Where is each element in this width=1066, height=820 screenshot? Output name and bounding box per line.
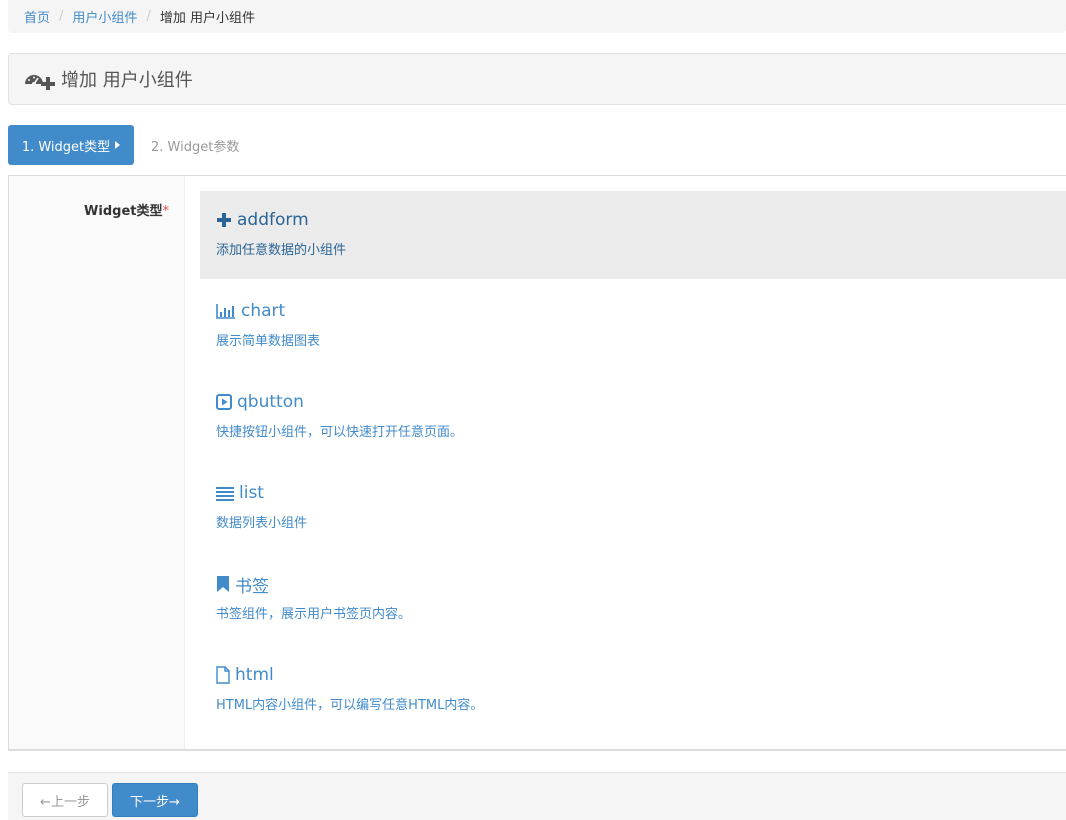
file-icon — [216, 666, 230, 684]
widget-option-html[interactable]: html HTML内容小组件，可以编写任意HTML内容。 — [200, 646, 1066, 734]
option-title: addform — [237, 210, 309, 230]
wizard-step-label: 1. Widget类型 — [21, 139, 111, 155]
widget-option-chart[interactable]: chart 展示简单数据图表 — [200, 282, 1066, 370]
widget-type-form: Widget类型* addform 添加任意数据的小组件 chart 展示简单数… — [8, 175, 1066, 751]
option-description: 书签组件，展示用户书签页内容。 — [216, 607, 412, 622]
play-square-icon — [216, 394, 232, 410]
option-description: 添加任意数据的小组件 — [216, 243, 347, 258]
page-title: 增加 用户小组件 — [61, 70, 193, 91]
form-actions: ←上一步 下一步→ — [8, 772, 1066, 820]
option-title: 书签 — [235, 576, 269, 597]
label-column: Widget类型* — [9, 176, 185, 749]
prev-step-button[interactable]: ←上一步 — [22, 783, 108, 817]
next-step-button[interactable]: 下一步→ — [112, 783, 198, 817]
widget-option-addform[interactable]: addform 添加任意数据的小组件 — [200, 191, 1066, 279]
option-title: chart — [241, 301, 286, 321]
option-description: HTML内容小组件，可以编写任意HTML内容。 — [216, 698, 484, 713]
widget-option-list[interactable]: list 数据列表小组件 — [200, 464, 1066, 552]
caret-right-icon — [115, 141, 121, 149]
breadcrumb-home-link[interactable]: 首页 — [24, 7, 50, 26]
breadcrumb-widgets-link[interactable]: 用户小组件 — [72, 7, 137, 26]
widget-option-bookmark[interactable]: 书签 书签组件，展示用户书签页内容。 — [200, 555, 1066, 643]
widget-option-qbutton[interactable]: qbutton 快捷按钮小组件，可以快速打开任意页面。 — [200, 373, 1066, 461]
option-description: 数据列表小组件 — [216, 516, 308, 531]
breadcrumb-current: 增加 用户小组件 — [159, 11, 255, 26]
required-mark: * — [162, 204, 170, 219]
option-description: 快捷按钮小组件，可以快速打开任意页面。 — [216, 425, 464, 440]
option-description: 展示简单数据图表 — [216, 334, 321, 349]
list-icon — [216, 487, 234, 501]
breadcrumb: 首页 / 用户小组件 / 增加 用户小组件 — [8, 0, 1066, 33]
page-header: 增加 用户小组件 — [8, 53, 1066, 105]
wizard-step-label: 2. Widget参数 — [151, 139, 240, 155]
bookmark-icon — [217, 576, 229, 592]
wizard-step-type[interactable]: 1. Widget类型 — [8, 125, 134, 165]
bar-chart-icon — [216, 304, 235, 319]
widget-type-label: Widget类型* — [84, 204, 170, 219]
wizard-step-params[interactable]: 2. Widget参数 — [151, 125, 239, 165]
breadcrumb-separator: / — [59, 9, 64, 24]
dashboard-plus-icon — [25, 75, 55, 90]
option-title: list — [239, 483, 264, 503]
option-title: qbutton — [237, 392, 304, 412]
option-title: html — [235, 665, 274, 685]
breadcrumb-separator: / — [146, 9, 151, 24]
plus-icon — [217, 213, 231, 227]
